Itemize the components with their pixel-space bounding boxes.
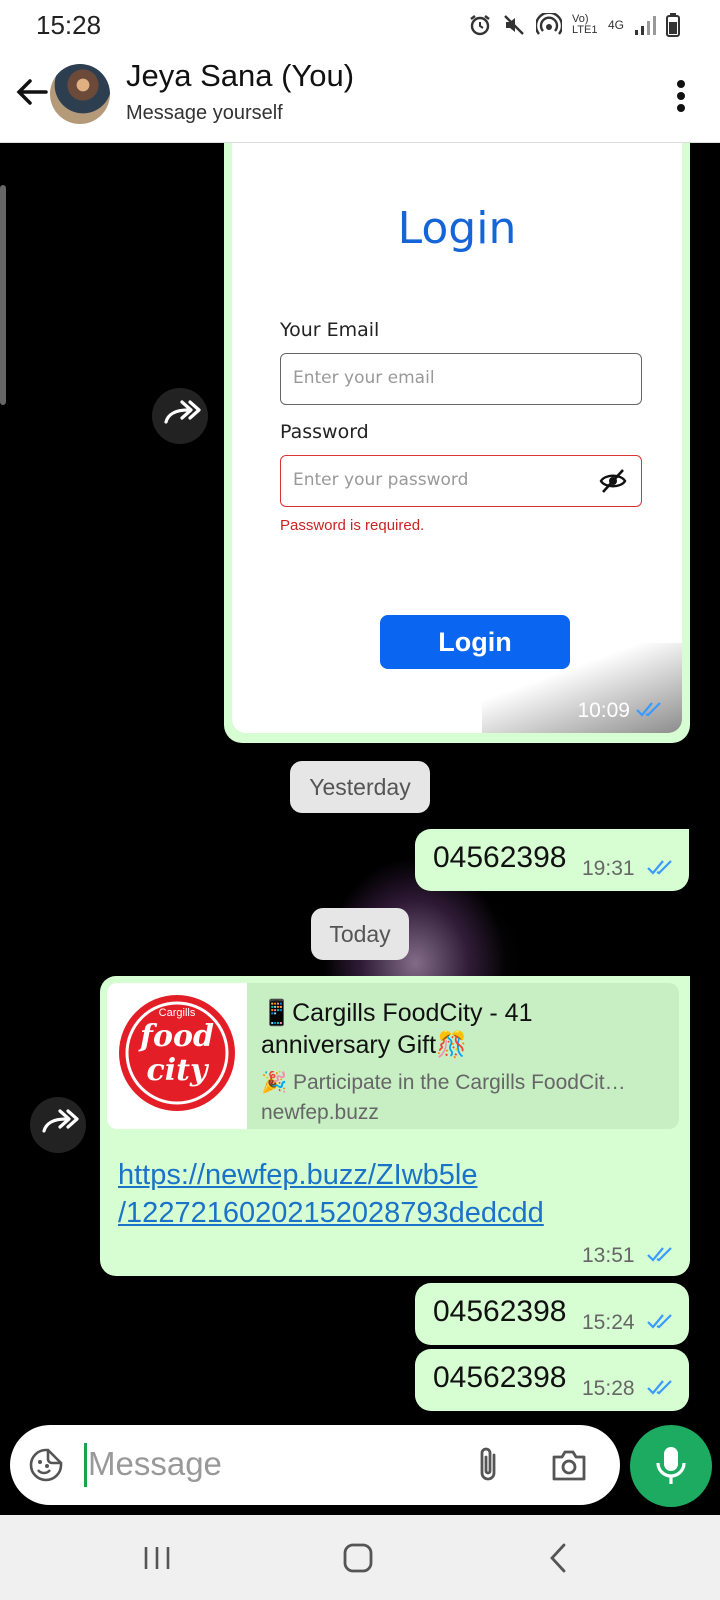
- link-preview-title-line1: 📱Cargills FoodCity - 41: [261, 999, 533, 1027]
- recent-apps-icon[interactable]: [142, 1543, 172, 1573]
- link-preview[interactable]: Cargills food city 📱Cargills FoodCity - …: [107, 983, 679, 1129]
- read-ticks-icon: [647, 1314, 672, 1329]
- network-type: 4G: [607, 18, 624, 32]
- signal-icon: [635, 16, 656, 35]
- link-preview-title: 📱Cargills FoodCity - 41 anniversary Gift…: [261, 997, 671, 1061]
- alarm-icon: [470, 15, 490, 36]
- forward-button[interactable]: [30, 1097, 86, 1153]
- camera-icon[interactable]: [550, 1447, 588, 1483]
- read-ticks-icon: [636, 702, 661, 717]
- image-message-bubble[interactable]: Login Your Email Enter your email Passwo…: [224, 143, 690, 743]
- read-ticks-icon: [647, 1247, 672, 1262]
- status-icons: Vo) LTE1 4G: [468, 12, 680, 38]
- link-preview-thumbnail: Cargills food city: [107, 983, 247, 1129]
- system-nav-bar: [0, 1515, 720, 1600]
- message-text: 04562398: [433, 1295, 567, 1328]
- message-time: 10:09: [577, 699, 630, 722]
- message-placeholder: Message: [88, 1445, 222, 1482]
- mute-icon: [504, 15, 524, 35]
- forward-button[interactable]: [152, 388, 208, 444]
- chat-title[interactable]: Jeya Sana (You): [126, 58, 354, 94]
- home-icon[interactable]: [342, 1541, 374, 1575]
- text-cursor: [84, 1443, 87, 1487]
- attach-icon[interactable]: [474, 1445, 504, 1485]
- forward-icon: [42, 1109, 79, 1133]
- email-field: Enter your email: [280, 353, 642, 405]
- link-message-bubble[interactable]: Cargills food city 📱Cargills FoodCity - …: [100, 976, 690, 1276]
- link-preview-domain: newfep.buzz: [261, 1101, 379, 1124]
- link-preview-description: 🎉 Participate in the Cargills FoodCit…: [261, 1071, 626, 1094]
- message-link-line1[interactable]: https://newfep.buzz/ZIwb5le: [118, 1156, 544, 1194]
- status-time: 15:28: [36, 10, 102, 40]
- message-text: 04562398: [433, 1361, 567, 1394]
- logo-brand-food: food: [140, 1019, 214, 1054]
- password-label: Password: [280, 421, 369, 443]
- message-link-line2[interactable]: /1227216020215202879​3dedcdd: [118, 1194, 544, 1232]
- network-label: Vo) LTE1: [571, 13, 598, 36]
- message-time: 15:28: [582, 1377, 635, 1400]
- read-ticks-icon: [647, 1380, 672, 1395]
- email-placeholder: Enter your email: [293, 368, 435, 388]
- eye-off-icon: [599, 469, 627, 493]
- message-bubble[interactable]: 04562398 15:24: [415, 1283, 689, 1345]
- more-options-icon[interactable]: [676, 76, 686, 116]
- chat-subtitle: Message yourself: [126, 102, 283, 124]
- status-bar: 15:28 Vo) LTE1 4G: [0, 0, 720, 50]
- message-text: 04562398: [433, 841, 567, 874]
- link-preview-title-line2: anniversary Gift🎊: [261, 1031, 468, 1059]
- message-bubble[interactable]: 04562398 15:28: [415, 1349, 689, 1411]
- hotspot-icon: [535, 13, 562, 35]
- avatar[interactable]: [50, 64, 110, 124]
- logo-brand-city: city: [146, 1053, 208, 1088]
- message-input[interactable]: Message: [10, 1425, 620, 1505]
- microphone-icon: [656, 1447, 686, 1484]
- email-label: Your Email: [280, 319, 380, 341]
- password-error: Password is required.: [280, 517, 425, 534]
- password-field: Enter your password: [280, 455, 642, 507]
- message-bubble[interactable]: 04562398 19:31: [415, 829, 689, 891]
- password-placeholder: Enter your password: [293, 470, 469, 490]
- message-time: 15:24: [582, 1311, 635, 1334]
- shared-image[interactable]: Login Your Email Enter your email Passwo…: [232, 143, 682, 733]
- message-link[interactable]: https://newfep.buzz/ZIwb5le /12272160202…: [118, 1156, 544, 1232]
- message-time: 13:51: [582, 1244, 635, 1267]
- scrollbar[interactable]: [0, 185, 6, 405]
- voice-record-button[interactable]: [630, 1425, 712, 1507]
- back-arrow-icon[interactable]: [12, 72, 52, 112]
- date-pill-yesterday: Yesterday: [290, 761, 430, 813]
- chat-header: Jeya Sana (You) Message yourself: [0, 50, 720, 143]
- battery-icon: [666, 13, 680, 37]
- nav-back-icon[interactable]: [546, 1541, 570, 1575]
- read-ticks-icon: [647, 860, 672, 875]
- date-pill-today: Today: [311, 908, 409, 960]
- logo-brand-top: Cargills: [158, 1007, 196, 1019]
- message-time: 19:31: [582, 857, 635, 880]
- login-title: Login: [397, 203, 517, 254]
- sticker-icon[interactable]: [28, 1447, 64, 1483]
- forward-icon: [164, 400, 201, 424]
